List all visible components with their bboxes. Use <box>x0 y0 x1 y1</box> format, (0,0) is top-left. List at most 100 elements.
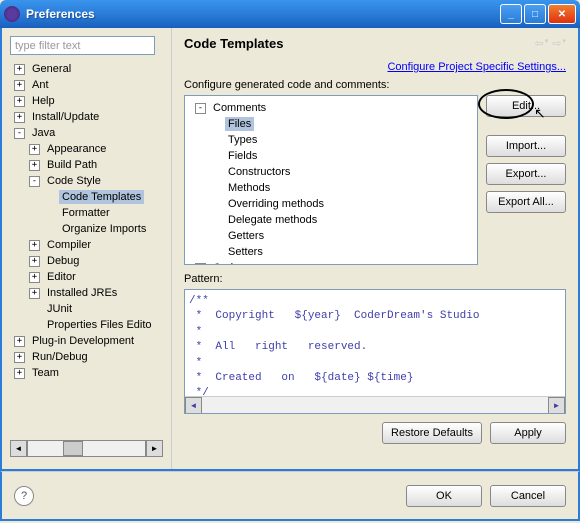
tree-item[interactable]: + Team <box>8 365 167 381</box>
expand-icon[interactable]: + <box>14 368 25 379</box>
pattern-scroll-right[interactable]: ► <box>548 397 565 414</box>
nav-scrollbar[interactable]: ◄ ► <box>10 440 163 457</box>
tree-item-label: General <box>29 62 74 76</box>
project-settings-link[interactable]: Configure Project Specific Settings... <box>387 61 566 73</box>
tree-item[interactable]: + Ant <box>8 77 167 93</box>
forward-arrow-icon[interactable]: ⇨ <box>552 37 566 50</box>
apply-button[interactable]: Apply <box>490 422 566 444</box>
tree-item-label: Types <box>225 133 260 147</box>
back-arrow-icon[interactable]: ⇦ <box>535 37 549 50</box>
tree-item-label: Ant <box>29 78 52 92</box>
tree-item[interactable]: Properties Files Edito <box>8 317 167 333</box>
help-icon[interactable]: ? <box>14 486 34 506</box>
minimize-button[interactable]: _ <box>500 4 522 24</box>
tree-item[interactable]: JUnit <box>8 301 167 317</box>
tree-item[interactable]: Fields <box>189 148 473 164</box>
tree-item[interactable]: Organize Imports <box>8 221 167 237</box>
tree-item[interactable]: Constructors <box>189 164 473 180</box>
tree-item[interactable]: Code Templates <box>8 189 167 205</box>
expand-icon[interactable]: + <box>29 272 40 283</box>
scroll-track[interactable] <box>27 440 146 457</box>
window-title: Preferences <box>26 7 500 21</box>
tree-item[interactable]: + Code <box>189 260 473 265</box>
pattern-scroll-left[interactable]: ◄ <box>185 397 202 414</box>
scroll-right-button[interactable]: ► <box>146 440 163 457</box>
tree-item-label: Team <box>29 366 62 380</box>
tree-item[interactable]: +Compiler <box>8 237 167 253</box>
tree-item-label: Help <box>29 94 58 108</box>
tree-item-label: Formatter <box>59 206 113 220</box>
tree-item[interactable]: + General <box>8 61 167 77</box>
filter-input[interactable] <box>10 36 155 55</box>
tree-item-label: Run/Debug <box>29 350 91 364</box>
tree-item[interactable]: -Code Style <box>8 173 167 189</box>
page-title: Code Templates <box>184 36 283 51</box>
scroll-left-button[interactable]: ◄ <box>10 440 27 457</box>
ok-button[interactable]: OK <box>406 485 482 507</box>
pattern-scrollbar[interactable]: ◄ ► <box>185 396 565 413</box>
tree-item[interactable]: Getters <box>189 228 473 244</box>
tree-item-label: Organize Imports <box>59 222 149 236</box>
pattern-label: Pattern: <box>184 273 566 285</box>
cancel-button[interactable]: Cancel <box>490 485 566 507</box>
expand-icon[interactable]: + <box>14 64 25 75</box>
tree-item[interactable]: + Help <box>8 93 167 109</box>
app-icon <box>4 6 20 22</box>
tree-item[interactable]: +Installed JREs <box>8 285 167 301</box>
tree-item[interactable]: -Java <box>8 125 167 141</box>
tree-item-label: Properties Files Edito <box>44 318 155 332</box>
tree-item-label: Setters <box>225 245 266 259</box>
tree-item[interactable]: Delegate methods <box>189 212 473 228</box>
tree-item-label: Methods <box>225 181 273 195</box>
tree-item-label: Code <box>210 261 242 265</box>
edit-button[interactable]: Edit... <box>486 95 566 117</box>
tree-item-label: Java <box>29 126 58 140</box>
expand-icon[interactable]: + <box>14 80 25 91</box>
tree-item[interactable]: Files <box>189 116 473 132</box>
tree-item[interactable]: Formatter <box>8 205 167 221</box>
collapse-icon[interactable]: - <box>195 103 206 114</box>
tree-item-label: Getters <box>225 229 267 243</box>
maximize-button[interactable]: □ <box>524 4 546 24</box>
tree-item-label: Files <box>225 117 254 131</box>
tree-item[interactable]: Overriding methods <box>189 196 473 212</box>
expand-icon[interactable]: + <box>29 256 40 267</box>
tree-item-label: JUnit <box>44 302 75 316</box>
tree-item[interactable]: + Build Path <box>8 157 167 173</box>
close-button[interactable]: ✕ <box>548 4 576 24</box>
expand-icon[interactable]: + <box>195 263 206 266</box>
tree-item[interactable]: Types <box>189 132 473 148</box>
tree-item[interactable]: +Debug <box>8 253 167 269</box>
restore-defaults-button[interactable]: Restore Defaults <box>382 422 482 444</box>
nav-tree[interactable]: +General+Ant+Help+Install/Update-Java+Ap… <box>6 61 167 436</box>
export-button[interactable]: Export... <box>486 163 566 185</box>
scroll-thumb[interactable] <box>63 441 83 456</box>
expand-icon[interactable]: + <box>14 352 25 363</box>
tree-item[interactable]: Setters <box>189 244 473 260</box>
tree-item[interactable]: +Install/Update <box>8 109 167 125</box>
tree-item-label: Comments <box>210 101 269 115</box>
template-tree[interactable]: -CommentsFilesTypesFieldsConstructorsMet… <box>184 95 478 265</box>
tree-item-label: Build Path <box>44 158 100 172</box>
expand-icon[interactable]: + <box>14 336 25 347</box>
expand-icon[interactable]: + <box>29 288 40 299</box>
tree-item[interactable]: + Run/Debug <box>8 349 167 365</box>
import-button[interactable]: Import... <box>486 135 566 157</box>
expand-icon[interactable]: + <box>14 96 25 107</box>
expand-icon[interactable]: + <box>29 144 40 155</box>
title-bar: Preferences _ □ ✕ <box>0 0 580 28</box>
expand-icon[interactable]: + <box>29 240 40 251</box>
tree-item[interactable]: + Appearance <box>8 141 167 157</box>
tree-item-label: Appearance <box>44 142 109 156</box>
tree-item[interactable]: -Comments <box>189 100 473 116</box>
tree-item[interactable]: +Plug-in Development <box>8 333 167 349</box>
collapse-icon[interactable]: - <box>29 176 40 187</box>
collapse-icon[interactable]: - <box>14 128 25 139</box>
content-panel: Code Templates ⇦ ⇨ Configure Project Spe… <box>172 28 578 469</box>
expand-icon[interactable]: + <box>14 112 25 123</box>
tree-item[interactable]: Methods <box>189 180 473 196</box>
export-all-button[interactable]: Export All... <box>486 191 566 213</box>
pattern-box[interactable]: /** * Copyright ${year} CoderDream's Stu… <box>184 289 566 414</box>
expand-icon[interactable]: + <box>29 160 40 171</box>
tree-item[interactable]: +Editor <box>8 269 167 285</box>
